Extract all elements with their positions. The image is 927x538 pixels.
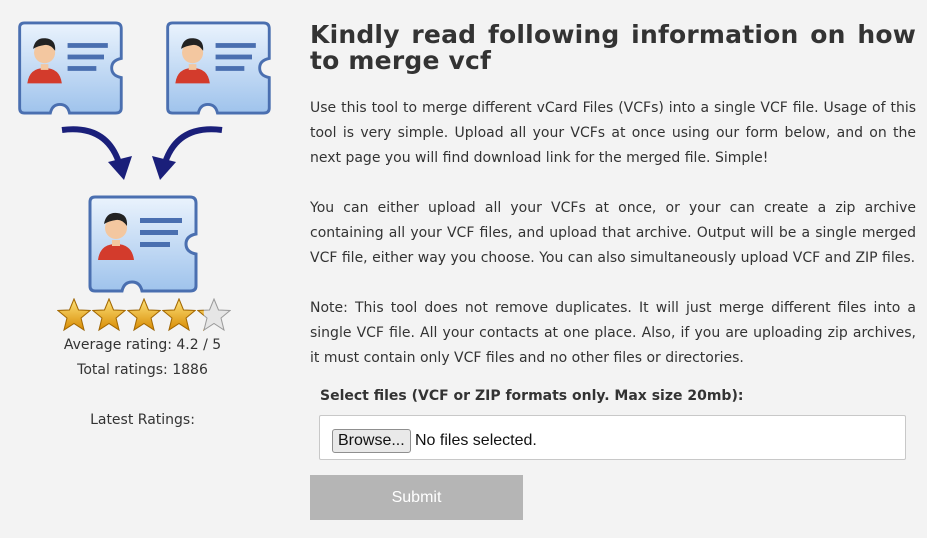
submit-button[interactable]: Submit [310,475,523,520]
no-file-text: No files selected. [415,432,537,449]
star-rating[interactable] [57,298,231,332]
star-icon[interactable] [57,298,91,332]
info-paragraph-3: Note: This tool does not remove duplicat… [310,300,916,366]
info-paragraph-1: Use this tool to merge different vCard F… [310,100,916,166]
illustration-panel: Average rating: 4.2 / 5 Total ratings: 1… [0,0,290,538]
contact-card-icon [12,18,127,118]
contact-card-icon [82,192,202,296]
curved-arrow-icon [152,126,223,180]
star-icon[interactable] [197,298,231,332]
file-input[interactable]: Browse... No files selected. [319,415,906,460]
main-content: Kindly read following information on how… [310,20,916,520]
curved-arrow-icon [61,126,132,180]
average-rating-text: Average rating: 4.2 / 5 [63,337,222,353]
page-title: Kindly read following information on how… [310,20,916,75]
total-ratings-text: Total ratings: 1886 [77,362,208,378]
select-files-label: Select files (VCF or ZIP formats only. M… [320,388,744,404]
contact-card-icon [160,18,275,118]
star-icon[interactable] [92,298,126,332]
star-icon[interactable] [127,298,161,332]
browse-button[interactable]: Browse... [332,429,411,453]
latest-ratings-label: Latest Ratings: [90,412,195,428]
star-icon[interactable] [162,298,196,332]
info-paragraph-2: You can either upload all your VCFs at o… [310,200,916,266]
